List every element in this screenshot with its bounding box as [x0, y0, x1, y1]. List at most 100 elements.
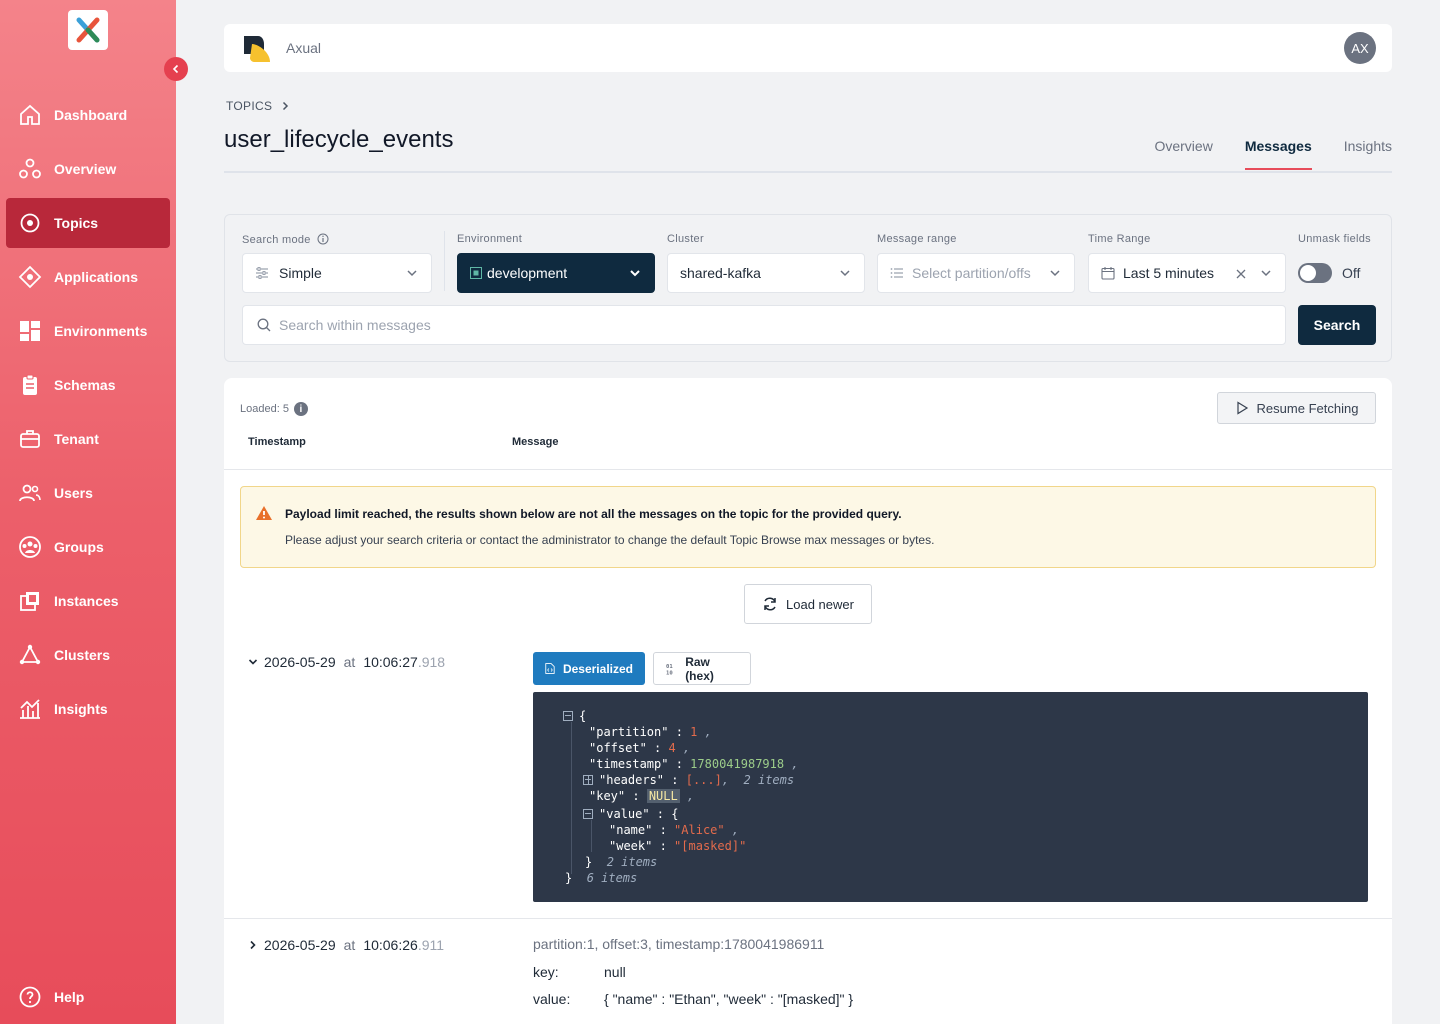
- schemas-icon: [23, 374, 37, 395]
- json-key: "week": [609, 839, 653, 853]
- message-row-expanded[interactable]: 2026-05-29 at 10:06:27.918: [248, 654, 445, 670]
- chevron-down-icon: [1261, 270, 1271, 277]
- messages-card: Loaded: 5 i Resume Fetching Timestamp Me…: [224, 378, 1392, 1024]
- json-key: "partition": [589, 725, 669, 739]
- json-collapsed-array[interactable]: [...]: [686, 773, 722, 787]
- json-key: "headers": [599, 773, 665, 787]
- chevron-left-icon: [172, 64, 179, 74]
- json-string: "[masked]": [674, 839, 747, 853]
- sidebar-item-groups[interactable]: Groups: [6, 522, 170, 572]
- brand-name: Axual: [286, 40, 322, 56]
- json-line-key: "key" : NULL ,: [589, 789, 695, 803]
- sidebar-item-dashboard[interactable]: Dashboard: [6, 90, 170, 140]
- json-line-value[interactable]: "value" : {: [583, 806, 678, 822]
- key-value: null: [604, 964, 626, 980]
- tab-bar: Overview Messages Insights: [1154, 138, 1392, 170]
- calendar-icon: [1101, 267, 1115, 280]
- json-key: "offset": [589, 741, 647, 755]
- json-number: 1780041987918: [690, 757, 785, 771]
- info-icon[interactable]: [317, 233, 329, 245]
- search-button[interactable]: Search: [1298, 305, 1376, 345]
- row-divider: [224, 918, 1392, 919]
- deserialized-button[interactable]: Deserialized: [533, 652, 645, 685]
- search-input[interactable]: Search within messages: [242, 305, 1286, 345]
- cluster-select[interactable]: shared-kafka: [667, 253, 865, 293]
- message-ms: .911: [417, 937, 445, 953]
- json-brace: }: [585, 855, 593, 869]
- message-value-row: value: { "name" : "Ethan", "week" : "[ma…: [533, 991, 853, 1007]
- chevron-down-icon: [407, 270, 417, 277]
- sidebar-item-instances[interactable]: Instances: [6, 576, 170, 626]
- column-header-message: Message: [512, 436, 559, 448]
- search-mode-label: Search mode: [242, 233, 329, 246]
- time-range-select[interactable]: Last 5 minutes: [1088, 253, 1286, 293]
- deserialized-label: Deserialized: [562, 661, 633, 676]
- tab-insights[interactable]: Insights: [1344, 138, 1392, 170]
- json-key: "key": [589, 789, 626, 803]
- json-number: 4: [668, 741, 676, 755]
- collapse-icon[interactable]: [563, 711, 573, 721]
- json-line-root-close: } 6 items: [565, 870, 637, 886]
- cluster-label: Cluster: [667, 233, 704, 245]
- home-icon: [20, 104, 40, 125]
- sidebar-item-schemas[interactable]: Schemas: [6, 360, 170, 410]
- breadcrumb-topics[interactable]: TOPICS: [226, 99, 272, 113]
- sidebar-item-applications[interactable]: Applications: [6, 252, 170, 302]
- json-root-line[interactable]: {: [563, 708, 586, 724]
- json-item-count: 2 items: [606, 855, 658, 869]
- expand-icon[interactable]: [583, 775, 593, 785]
- warning-icon: [256, 506, 272, 520]
- sidebar-item-users[interactable]: Users: [6, 468, 170, 518]
- json-line-value-close: } 2 items: [585, 854, 657, 870]
- collapse-icon[interactable]: [583, 809, 593, 819]
- message-at: at: [343, 654, 356, 670]
- message-range-select[interactable]: Select partition/offs: [877, 253, 1075, 293]
- sidebar-item-clusters[interactable]: Clusters: [6, 630, 170, 680]
- json-line-partition: "partition" : 1 ,: [589, 725, 712, 739]
- refresh-icon: [764, 597, 776, 611]
- message-row-collapsed[interactable]: 2026-05-29 at 10:06:26.911: [248, 937, 444, 953]
- avatar[interactable]: AX: [1344, 32, 1376, 64]
- sidebar-item-tenant[interactable]: Tenant: [6, 414, 170, 464]
- resume-fetching-button[interactable]: Resume Fetching: [1217, 392, 1376, 424]
- sidebar-item-insights[interactable]: Insights: [6, 684, 170, 734]
- json-line-week: "week" : "[masked]": [609, 839, 747, 853]
- message-ms: .918: [417, 654, 446, 670]
- resume-fetching-label: Resume Fetching: [1256, 400, 1359, 416]
- chevron-right-icon[interactable]: [248, 940, 258, 950]
- sidebar-item-overview[interactable]: Overview: [6, 144, 170, 194]
- filter-divider: [444, 231, 445, 291]
- json-brace: {: [579, 709, 587, 723]
- collapse-sidebar-button[interactable]: [164, 57, 188, 81]
- x-logo-icon[interactable]: [68, 10, 108, 50]
- environment-value: development: [487, 265, 568, 281]
- environment-select[interactable]: development: [457, 253, 655, 293]
- breadcrumb[interactable]: TOPICS: [226, 99, 290, 113]
- search-mode-select[interactable]: Simple: [242, 253, 432, 293]
- search-mode-value: Simple: [279, 265, 322, 281]
- search-icon: [257, 318, 271, 332]
- chevron-down-icon[interactable]: [248, 657, 258, 667]
- file-code-icon: [545, 663, 555, 674]
- tab-overview[interactable]: Overview: [1154, 138, 1212, 170]
- sidebar-item-label: Users: [54, 485, 93, 501]
- sidebar-item-environments[interactable]: Environments: [6, 306, 170, 356]
- sidebar-item-label: Tenant: [54, 431, 99, 447]
- load-newer-button[interactable]: Load newer: [744, 584, 872, 624]
- sidebar-item-label: Insights: [54, 701, 108, 717]
- help-label: Help: [54, 989, 85, 1005]
- json-line-headers[interactable]: "headers" : [...], 2 items: [583, 772, 794, 788]
- help-link[interactable]: Help: [18, 985, 84, 1009]
- info-icon[interactable]: i: [293, 402, 308, 416]
- overview-icon: [19, 158, 41, 179]
- unmask-toggle[interactable]: [1298, 263, 1332, 283]
- header-divider: [224, 469, 1392, 470]
- insights-icon: [20, 699, 40, 719]
- json-string: "Alice": [674, 823, 725, 837]
- tab-messages[interactable]: Messages: [1244, 138, 1312, 170]
- clear-icon[interactable]: [1235, 268, 1247, 280]
- json-line-offset: "offset" : 4 ,: [589, 741, 691, 755]
- environments-icon: [20, 321, 40, 341]
- sidebar-item-topics[interactable]: Topics: [6, 198, 170, 248]
- raw-hex-button[interactable]: 01 10 Raw (hex): [653, 652, 751, 685]
